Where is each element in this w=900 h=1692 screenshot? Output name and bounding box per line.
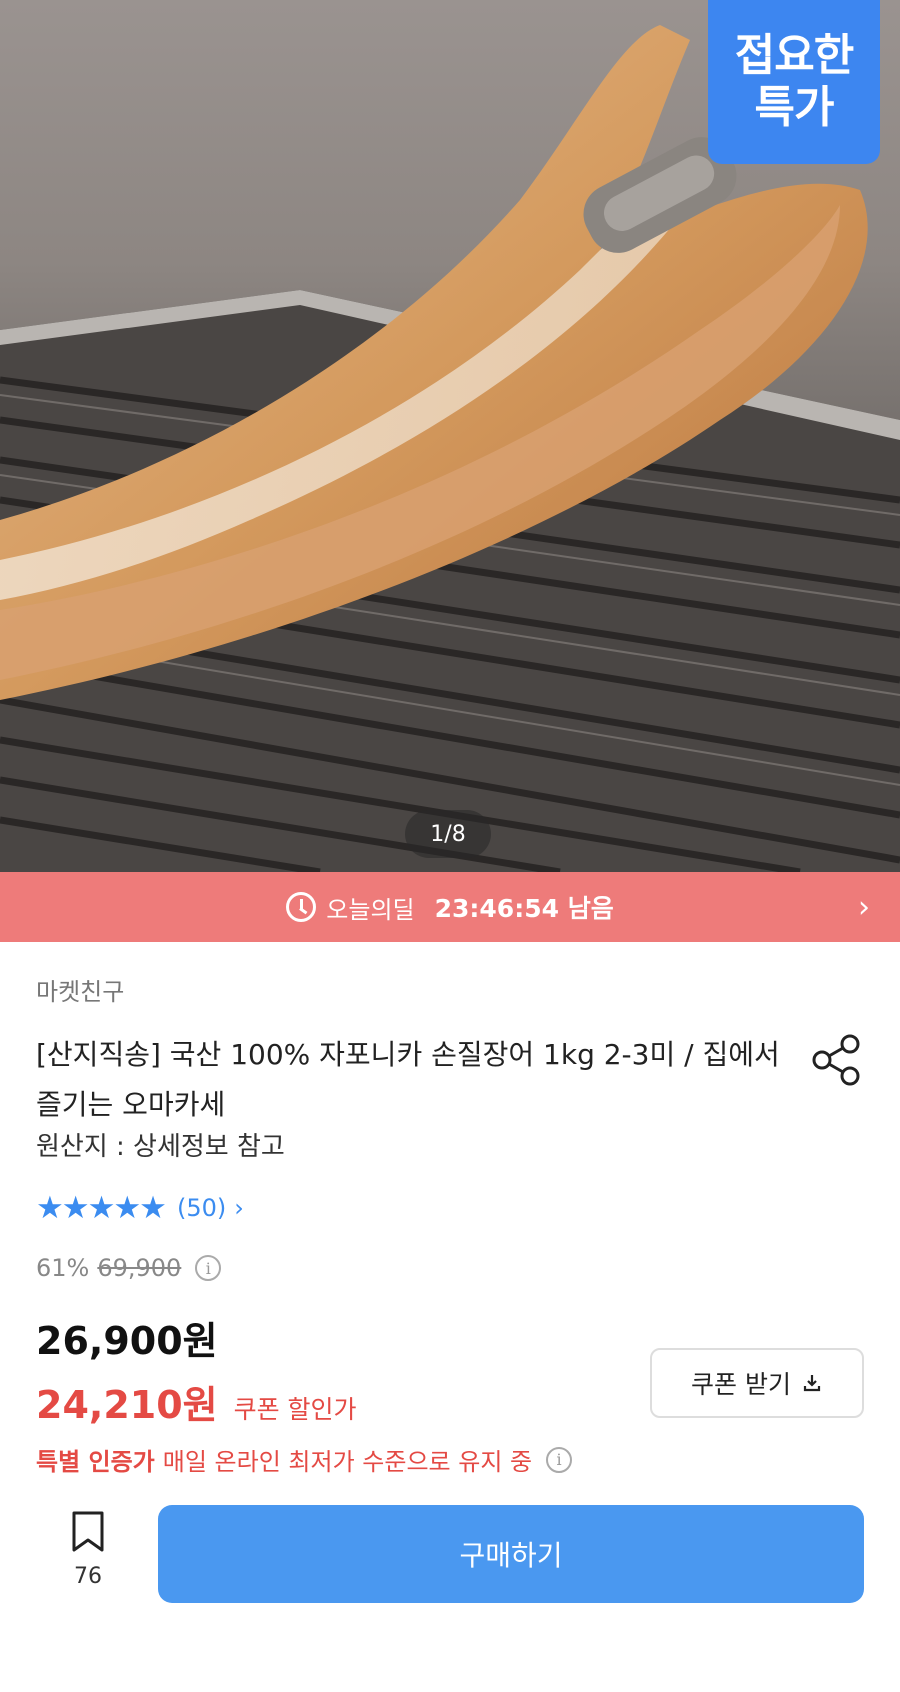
- seller-name[interactable]: 마켓친구: [36, 972, 124, 1007]
- coupon-price: 24,210원: [36, 1383, 218, 1427]
- sale-price: 26,900원: [36, 1319, 218, 1363]
- todays-deal-bar[interactable]: 오늘의딜 23:46:54 남음 ›: [0, 872, 900, 942]
- original-price: 69,900: [97, 1254, 182, 1282]
- certified-price-row: 특별 인증가 매일 온라인 최저가 수준으로 유지 중 i: [36, 1442, 573, 1477]
- buy-button[interactable]: 구매하기: [158, 1505, 864, 1603]
- coupon-price-label: 쿠폰 할인가: [233, 1395, 357, 1424]
- star-rating-icon: ★★★★★: [36, 1190, 167, 1226]
- image-counter: 1/8: [405, 810, 491, 858]
- coupon-price-row: 24,210원 쿠폰 할인가: [36, 1374, 357, 1429]
- clock-icon: [286, 892, 317, 922]
- download-icon: [803, 1375, 821, 1392]
- get-coupon-button[interactable]: 쿠폰 받기: [650, 1348, 864, 1418]
- chevron-right-icon: ›: [234, 1194, 244, 1222]
- product-image[interactable]: 접요한 특가 1/8: [0, 0, 900, 872]
- bookmark-count: 76: [74, 1564, 102, 1589]
- certified-price-desc: 매일 온라인 최저가 수준으로 유지 중: [162, 1448, 533, 1476]
- info-icon[interactable]: i: [195, 1255, 222, 1281]
- info-icon[interactable]: i: [546, 1446, 573, 1473]
- promo-badge-line1: 접요한: [734, 30, 854, 81]
- promo-badge: 접요한 특가: [708, 0, 880, 164]
- origin-info: 원산지 : 상세정보 참고: [36, 1132, 285, 1162]
- chevron-right-icon: ›: [858, 890, 870, 925]
- product-title: [산지직송] 국산 100% 자포니카 손질장어 1kg 2-3미 / 집에서 …: [36, 1038, 780, 1121]
- get-coupon-label: 쿠폰 받기: [691, 1370, 791, 1399]
- rating-summary[interactable]: ★★★★★ (50) ›: [36, 1190, 244, 1226]
- bookmark-button[interactable]: 76: [48, 1510, 128, 1589]
- certified-price-label: 특별 인증가: [36, 1448, 155, 1476]
- discount-rate: 61%: [36, 1254, 90, 1282]
- deal-label: 오늘의딜: [326, 895, 415, 924]
- promo-badge-line2: 특가: [754, 82, 835, 133]
- deal-countdown: 23:46:54 남음: [434, 894, 614, 923]
- bookmark-icon: [72, 1511, 104, 1552]
- share-icon[interactable]: [810, 1032, 864, 1086]
- review-count: (50): [176, 1194, 227, 1222]
- discount-row: 61% 69,900 i: [36, 1254, 222, 1282]
